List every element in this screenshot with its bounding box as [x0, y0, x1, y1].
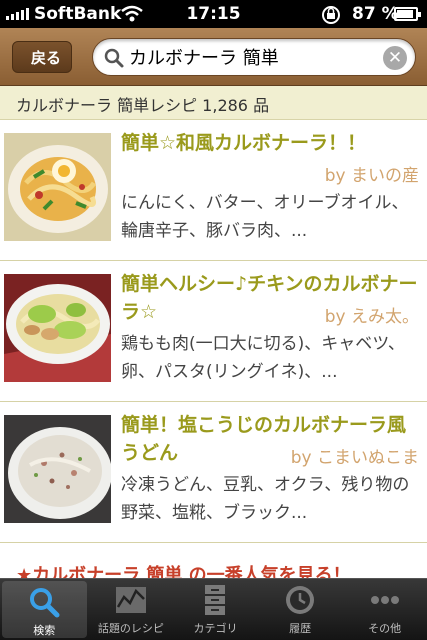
recipe-ingredients: 冷凍うどん、豆乳、オクラ、残り物の野菜、塩糀、ブラック...: [121, 475, 410, 523]
recipe-ingredients: にんにく、バター、オリーブオイル、輪唐辛子、豚バラ肉、...: [121, 193, 409, 241]
tab-label: カテゴリ: [193, 622, 238, 635]
tab-more[interactable]: その他: [342, 579, 427, 640]
battery-percent: 87 %: [352, 4, 399, 24]
trend-chart-icon: [115, 587, 146, 613]
recipe-thumbnail: [4, 133, 111, 241]
recipe-thumbnail: [4, 415, 111, 523]
search-input[interactable]: [129, 42, 367, 72]
recipe-list-item[interactable]: 簡単！塩こうじのカルボナーラ風うどん by こまいぬこま 冷凍うどん、豆乳、オク…: [0, 403, 427, 543]
recipe-author: by まいの産: [324, 166, 419, 186]
recipe-ingredients: 鶏もも肉(一口大に切る)、キャベツ、卵、パスタ(リングイネ)、...: [121, 334, 405, 382]
tab-label: 話題のレシピ: [97, 622, 164, 635]
clear-search-icon[interactable]: ✕: [383, 46, 407, 70]
recipe-list-item[interactable]: 簡単ヘルシー♪チキンのカルボナーラ☆ by えみ太。 鶏もも肉(一口大に切る)、…: [0, 262, 427, 402]
search-icon: [104, 48, 124, 68]
battery-level-fill: [397, 10, 413, 18]
recipe-list-item[interactable]: 簡単☆和風カルボナーラ！！ by まいの産 にんにく、バター、オリーブオイル、輪…: [0, 121, 427, 261]
tab-history[interactable]: 履歴: [258, 579, 343, 640]
nav-bar: 戻る ✕: [0, 28, 427, 86]
more-icon: [370, 596, 399, 604]
tab-label: その他: [368, 622, 402, 635]
cabinet-icon: [205, 585, 226, 615]
tab-bar: 検索 話題のレシピ カテゴリ 履歴 その他: [0, 578, 427, 640]
recipe-author: by こまいぬこま: [290, 448, 419, 468]
battery-icon: [394, 7, 421, 21]
results-count-header: カルボナーラ 簡単レシピ 1,286 品: [0, 86, 427, 120]
recipe-author: by えみ太。: [324, 307, 419, 327]
clock-icon: [286, 586, 315, 614]
tab-trending-recipes[interactable]: 話題のレシピ: [89, 579, 174, 640]
popular-recipe-link[interactable]: ★カルボナーラ 簡単 の一番人気を見る！: [16, 563, 351, 578]
back-button[interactable]: 戻る: [12, 41, 72, 73]
tab-label: 検索: [33, 624, 56, 637]
tab-search[interactable]: 検索: [2, 581, 87, 638]
popular-recipe-banner[interactable]: ★カルボナーラ 簡単 の一番人気を見る！: [0, 563, 427, 578]
tab-category[interactable]: カテゴリ: [173, 579, 258, 640]
tab-label: 履歴: [289, 622, 312, 635]
rotation-lock-icon: [322, 6, 340, 24]
search-icon: [30, 588, 60, 618]
search-box[interactable]: ✕: [92, 38, 416, 76]
status-bar: SoftBank 17:15 87 %: [0, 0, 427, 28]
recipe-thumbnail: [4, 274, 111, 382]
recipe-title: 簡単☆和風カルボナーラ！！: [121, 132, 367, 154]
